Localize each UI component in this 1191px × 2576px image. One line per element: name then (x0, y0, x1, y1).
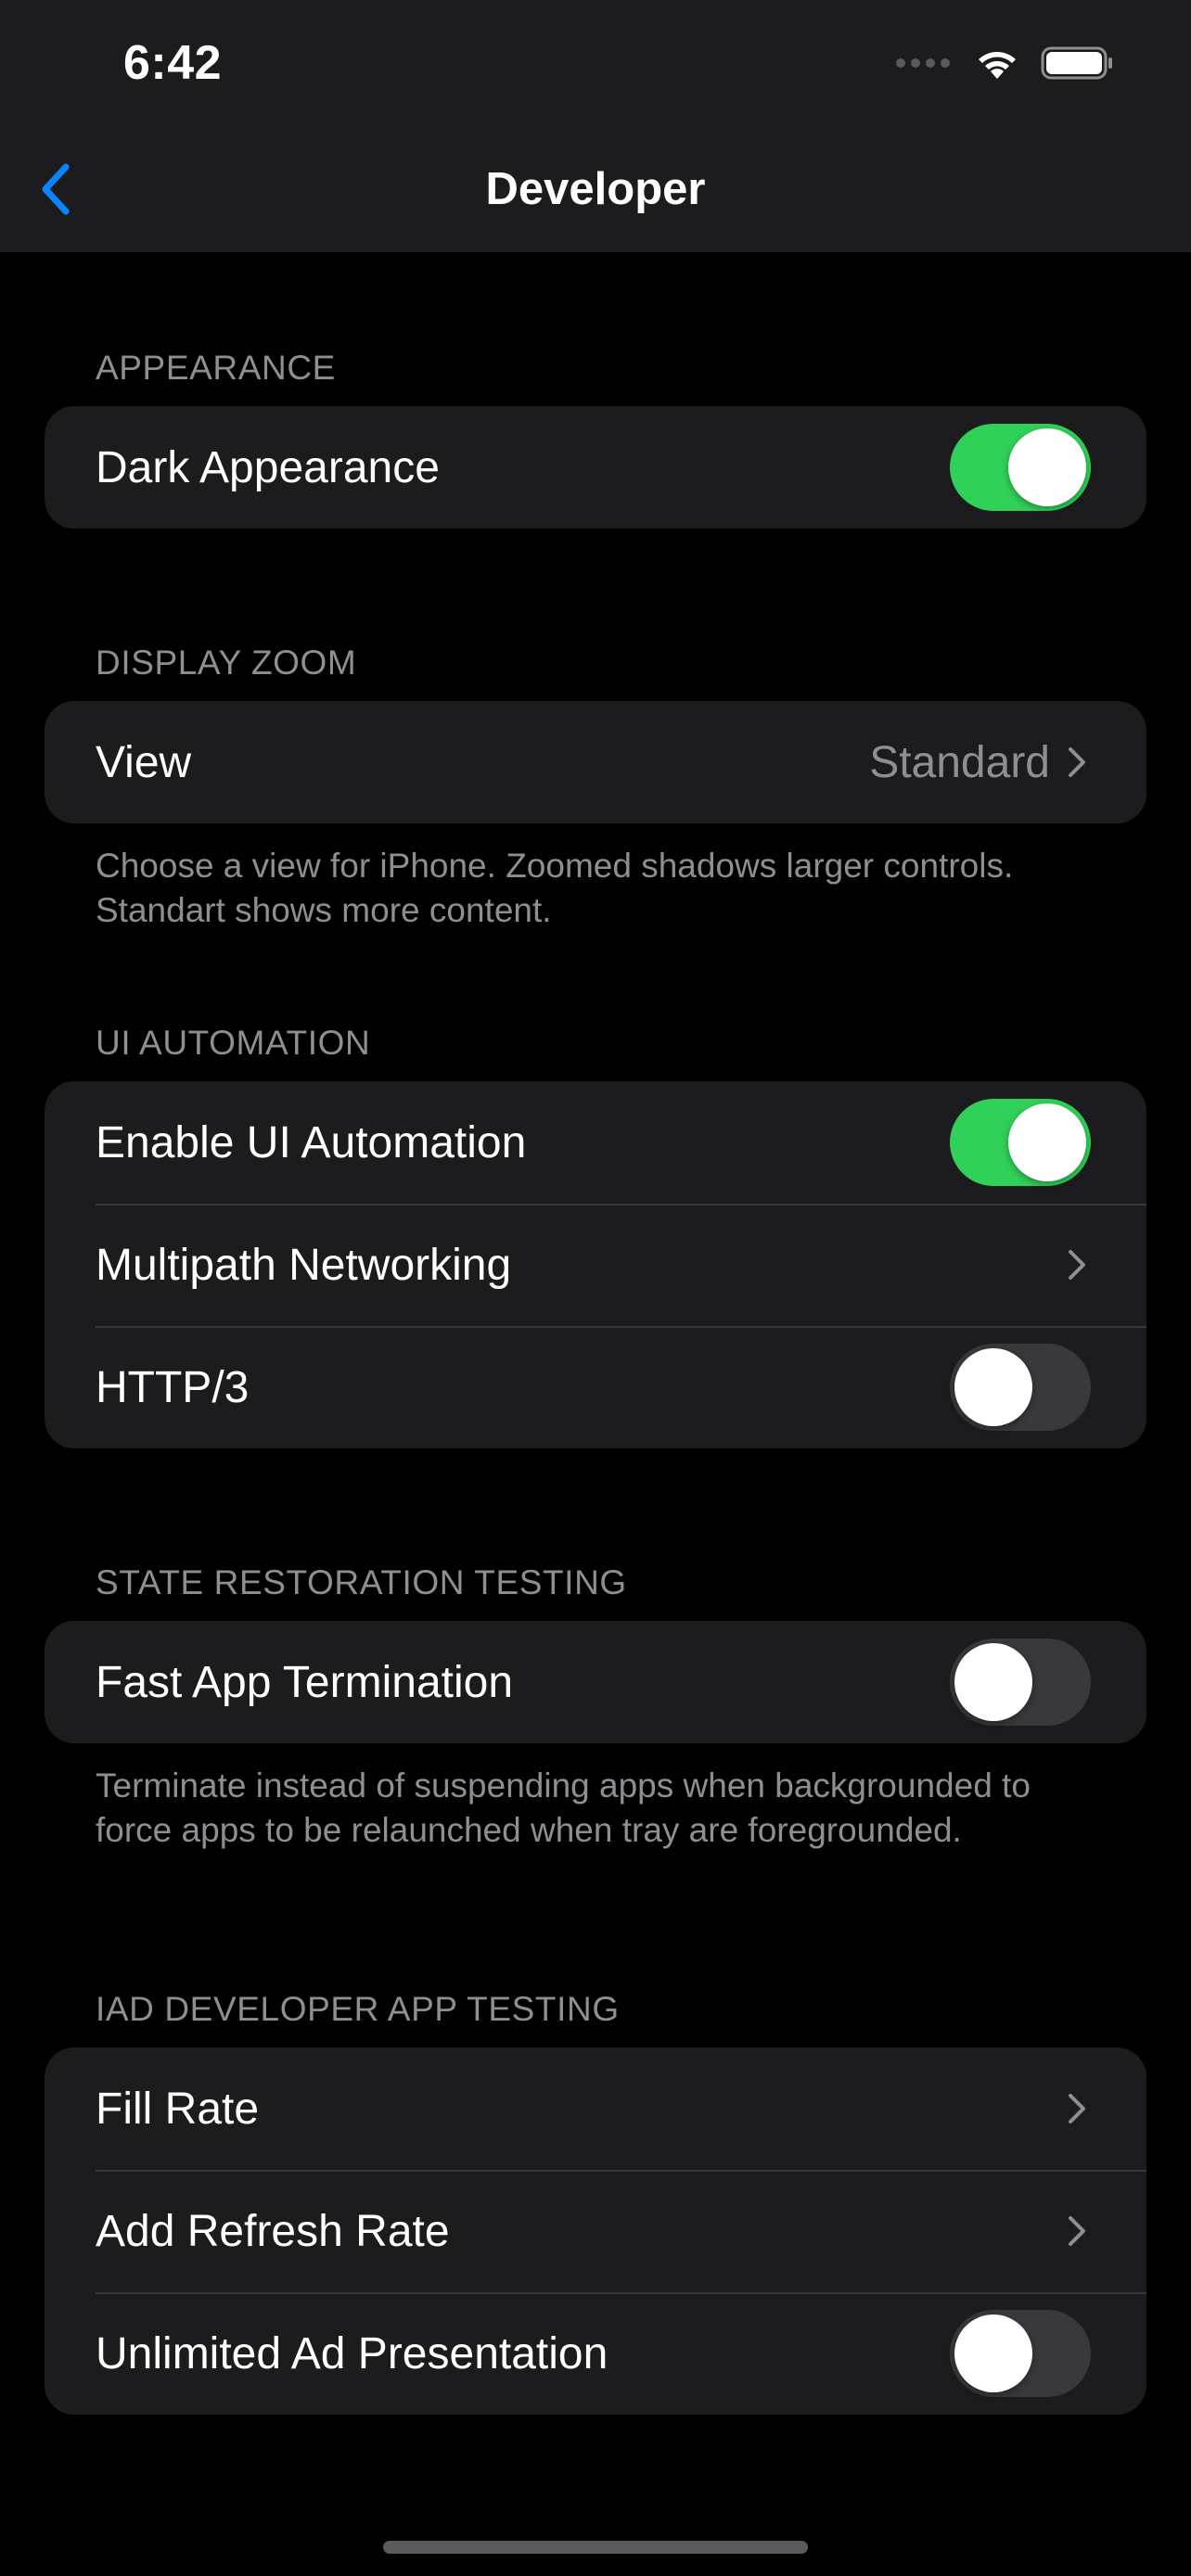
battery-icon (1041, 46, 1112, 80)
fast-app-termination-toggle[interactable] (950, 1639, 1091, 1726)
group-display-zoom: View Standard (45, 701, 1146, 823)
group-iad-testing: Fill Rate Add Refresh Rate Unlimited Ad … (45, 2047, 1146, 2415)
row-label: Add Refresh Rate (96, 2206, 450, 2256)
chevron-right-icon (1069, 1250, 1085, 1280)
wifi-icon (979, 52, 1016, 79)
row-view[interactable]: View Standard (45, 701, 1146, 823)
row-add-refresh-rate[interactable]: Add Refresh Rate (45, 2170, 1146, 2292)
navigation-bar: 6:42 Developer (0, 0, 1191, 252)
row-http3[interactable]: HTTP/3 (45, 1326, 1146, 1448)
http3-toggle[interactable] (950, 1344, 1091, 1431)
display-zoom-footer: Choose a view for iPhone. Zoomed shadows… (96, 847, 1014, 929)
state-restoration-footer: Terminate instead of suspending apps whe… (96, 1766, 1031, 1849)
group-appearance: Dark Appearance (45, 406, 1146, 529)
toggle-knob (954, 1348, 1032, 1426)
cellular-signal-icon (896, 58, 950, 68)
row-multipath-networking[interactable]: Multipath Networking (45, 1204, 1146, 1326)
row-fast-app-termination[interactable]: Fast App Termination (45, 1621, 1146, 1743)
toggle-knob (954, 2315, 1032, 2392)
page-title: Developer (485, 164, 706, 214)
row-unlimited-ad-presentation[interactable]: Unlimited Ad Presentation (45, 2292, 1146, 2415)
section-header-appearance: APPEARANCE (96, 349, 336, 387)
section-header-state-restoration: STATE RESTORATION TESTING (96, 1563, 627, 1601)
group-ui-automation: Enable UI Automation Multipath Networkin… (45, 1081, 1146, 1448)
home-indicator[interactable] (383, 2541, 808, 2554)
row-label: Unlimited Ad Presentation (96, 2328, 608, 2378)
row-fill-rate[interactable]: Fill Rate (45, 2047, 1146, 2170)
chevron-right-icon (1069, 2216, 1085, 2246)
toggle-knob (954, 1643, 1032, 1721)
status-icons (896, 45, 1115, 82)
row-label: Fill Rate (96, 2084, 260, 2134)
row-label: Fast App Termination (96, 1657, 514, 1707)
toggle-knob (1008, 1103, 1086, 1181)
section-header-ui-automation: UI AUTOMATION (96, 1024, 371, 1062)
dark-appearance-toggle[interactable] (950, 424, 1091, 511)
section-header-display-zoom: DISPLAY ZOOM (96, 644, 357, 682)
row-label: Dark Appearance (96, 442, 440, 492)
row-value: Standard (869, 737, 1050, 787)
unlimited-ad-presentation-toggle[interactable] (950, 2310, 1091, 2397)
enable-ui-automation-toggle[interactable] (950, 1099, 1091, 1186)
toggle-knob (1008, 428, 1086, 506)
section-header-iad-testing: IAD DEVELOPER APP TESTING (96, 1990, 620, 2028)
row-label: Multipath Networking (96, 1240, 512, 1290)
chevron-right-icon (1069, 2094, 1085, 2123)
row-label: View (96, 737, 192, 787)
group-state-restoration: Fast App Termination (45, 1621, 1146, 1743)
row-label: Enable UI Automation (96, 1117, 527, 1167)
chevron-right-icon (1069, 747, 1085, 777)
status-time: 6:42 (123, 36, 223, 90)
row-dark-appearance[interactable]: Dark Appearance (45, 406, 1146, 529)
row-label: HTTP/3 (96, 1362, 250, 1412)
row-enable-ui-automation[interactable]: Enable UI Automation (45, 1081, 1146, 1204)
